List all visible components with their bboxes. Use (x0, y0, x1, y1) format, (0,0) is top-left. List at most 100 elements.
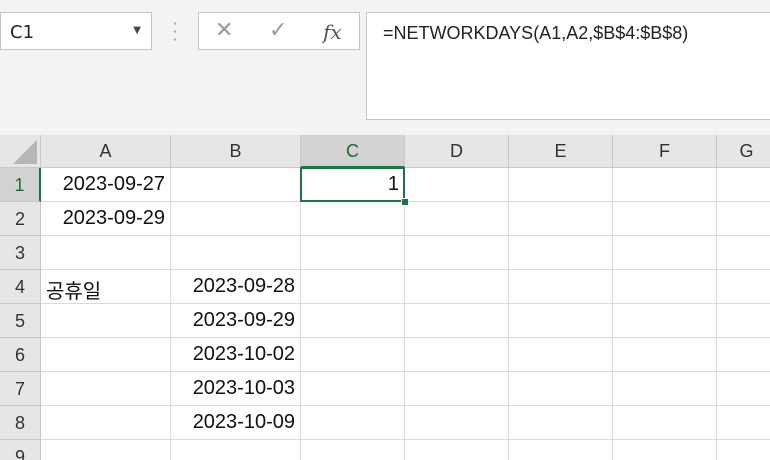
cell-c7[interactable] (301, 372, 405, 406)
cell-d6[interactable] (405, 338, 509, 372)
cell-a4[interactable]: 공휴일 (41, 270, 171, 304)
cell-value: 2023-09-29 (62, 207, 165, 229)
cell-e2[interactable] (509, 202, 613, 236)
cell-b1[interactable] (171, 168, 301, 202)
spreadsheet-grid: A B C D E F G 1 2023-09-27 1 2 2023-09-29 3 4 공휴일 2023-… (0, 135, 770, 460)
name-box[interactable]: C1 ▼ (0, 12, 152, 50)
formula-bar[interactable]: =NETWORKDAYS(A1,A2,$B$4:$B$8) (366, 12, 770, 120)
cell-d1[interactable] (405, 168, 509, 202)
cell-b8[interactable]: 2023-10-09 (171, 406, 301, 440)
cell-f3[interactable] (613, 236, 717, 270)
cell-value: 2023-09-29 (192, 309, 295, 331)
row-header-9[interactable]: 9 (0, 440, 41, 460)
cell-f4[interactable] (613, 270, 717, 304)
cell-f5[interactable] (613, 304, 717, 338)
cell-e3[interactable] (509, 236, 613, 270)
column-header-d[interactable]: D (405, 135, 509, 168)
cell-e5[interactable] (509, 304, 613, 338)
row-header-1[interactable]: 1 (0, 168, 41, 202)
cell-f7[interactable] (613, 372, 717, 406)
cell-g2[interactable] (717, 202, 770, 236)
cell-b9[interactable] (171, 440, 301, 460)
cell-g1[interactable] (717, 168, 770, 202)
cell-b2[interactable] (171, 202, 301, 236)
formula-text: =NETWORKDAYS(A1,A2,$B$4:$B$8) (383, 23, 689, 43)
name-box-value: C1 (10, 22, 35, 43)
cell-b4[interactable]: 2023-09-28 (171, 270, 301, 304)
insert-function-icon[interactable]: fx (323, 20, 342, 44)
cell-g9[interactable] (717, 440, 770, 460)
cell-b3[interactable] (171, 236, 301, 270)
cell-value: 2023-10-02 (192, 343, 295, 365)
column-header-g[interactable]: G (717, 135, 770, 168)
cancel-icon[interactable]: ✕ (215, 18, 233, 43)
cell-a2[interactable]: 2023-09-29 (41, 202, 171, 236)
cell-g8[interactable] (717, 406, 770, 440)
cell-a3[interactable] (41, 236, 171, 270)
formula-buttons: ✕ ✓ fx (198, 12, 360, 50)
cell-d2[interactable] (405, 202, 509, 236)
cell-value: 2023-09-28 (192, 275, 295, 297)
cell-a7[interactable] (41, 372, 171, 406)
cell-f2[interactable] (613, 202, 717, 236)
cell-g7[interactable] (717, 372, 770, 406)
cell-f6[interactable] (613, 338, 717, 372)
cell-g6[interactable] (717, 338, 770, 372)
cell-c5[interactable] (301, 304, 405, 338)
column-header-c[interactable]: C (301, 135, 405, 168)
cell-value: 2023-09-27 (62, 173, 165, 195)
cell-b7[interactable]: 2023-10-03 (171, 372, 301, 406)
row-header-4[interactable]: 4 (0, 270, 41, 304)
cell-c4[interactable] (301, 270, 405, 304)
column-header-f[interactable]: F (613, 135, 717, 168)
cell-c6[interactable] (301, 338, 405, 372)
cell-e8[interactable] (509, 406, 613, 440)
column-header-e[interactable]: E (509, 135, 613, 168)
cell-a1[interactable]: 2023-09-27 (41, 168, 171, 202)
cell-c9[interactable] (301, 440, 405, 460)
cell-d9[interactable] (405, 440, 509, 460)
row-header-7[interactable]: 7 (0, 372, 41, 406)
cell-d7[interactable] (405, 372, 509, 406)
cell-c8[interactable] (301, 406, 405, 440)
row-header-3[interactable]: 3 (0, 236, 41, 270)
cell-c2[interactable] (301, 202, 405, 236)
row-header-2[interactable]: 2 (0, 202, 41, 236)
cell-a6[interactable] (41, 338, 171, 372)
cell-value: 2023-10-03 (192, 377, 295, 399)
cell-c3[interactable] (301, 236, 405, 270)
row-header-6[interactable]: 6 (0, 338, 41, 372)
cell-f9[interactable] (613, 440, 717, 460)
cell-e1[interactable] (509, 168, 613, 202)
cell-f8[interactable] (613, 406, 717, 440)
cell-g3[interactable] (717, 236, 770, 270)
column-header-a[interactable]: A (41, 135, 171, 168)
row-header-5[interactable]: 5 (0, 304, 41, 338)
cell-d5[interactable] (405, 304, 509, 338)
cell-d8[interactable] (405, 406, 509, 440)
cell-value: 공휴일 (46, 281, 102, 303)
cell-a5[interactable] (41, 304, 171, 338)
cell-e9[interactable] (509, 440, 613, 460)
chevron-down-icon[interactable]: ▼ (133, 25, 141, 36)
more-options-icon[interactable]: · · · (170, 16, 180, 48)
fill-handle[interactable] (401, 198, 409, 206)
select-all-button[interactable] (0, 135, 41, 168)
enter-icon[interactable]: ✓ (269, 18, 287, 43)
cell-e6[interactable] (509, 338, 613, 372)
cell-g5[interactable] (717, 304, 770, 338)
cell-g4[interactable] (717, 270, 770, 304)
row-header-8[interactable]: 8 (0, 406, 41, 440)
cell-d3[interactable] (405, 236, 509, 270)
cell-value: 2023-10-09 (192, 411, 295, 433)
cell-b6[interactable]: 2023-10-02 (171, 338, 301, 372)
cell-b5[interactable]: 2023-09-29 (171, 304, 301, 338)
cell-d4[interactable] (405, 270, 509, 304)
active-cell-border (300, 167, 405, 202)
cell-f1[interactable] (613, 168, 717, 202)
column-header-b[interactable]: B (171, 135, 301, 168)
cell-a9[interactable] (41, 440, 171, 460)
cell-e4[interactable] (509, 270, 613, 304)
cell-a8[interactable] (41, 406, 171, 440)
cell-e7[interactable] (509, 372, 613, 406)
